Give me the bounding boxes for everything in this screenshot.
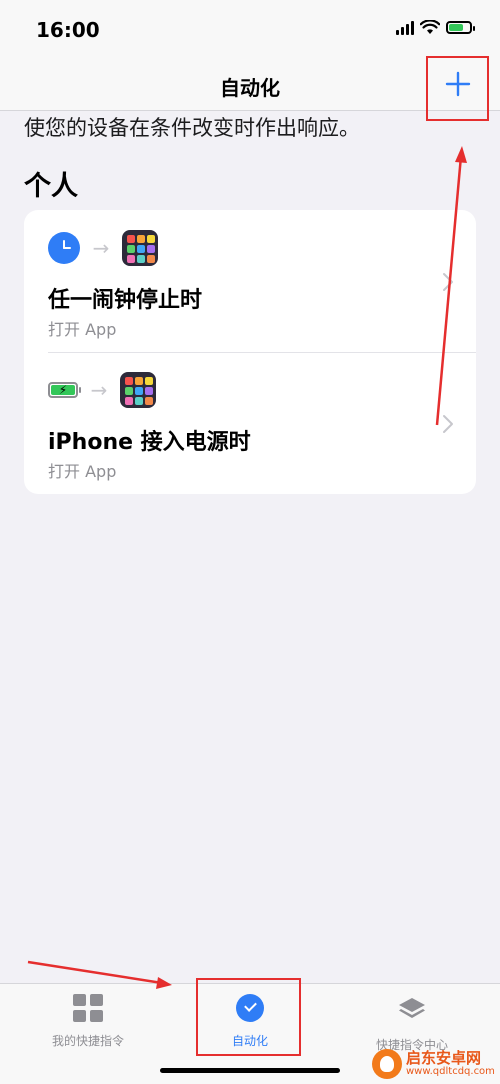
arrow-right-icon: → (92, 236, 110, 260)
watermark-name: 启东安卓网 (406, 1048, 482, 1067)
watermark-url: www.qdltcdq.com (406, 1065, 495, 1077)
watermark-logo-icon (372, 1049, 402, 1079)
highlight-box-add (426, 56, 489, 121)
tab-label: 我的快捷指令 (51, 1034, 124, 1048)
automation-flow: → (48, 230, 158, 266)
app-grid-icon (120, 372, 156, 408)
automation-row-alarm[interactable]: → 任一闹钟停止时 打开 App (24, 210, 476, 352)
watermark: 启东安卓网 www.qdltcdq.com (372, 1048, 496, 1080)
page-description: 使您的设备在条件改变时作出响应。 (24, 116, 360, 140)
tab-gallery[interactable]: 快捷指令中心 (342, 994, 482, 1054)
automation-subtitle: 打开 App (48, 320, 117, 339)
annotation-arrowhead-up (455, 146, 467, 163)
tab-my-shortcuts[interactable]: 我的快捷指令 (18, 994, 158, 1054)
annotation-arrows (27, 146, 467, 989)
app-grid-icon (122, 230, 158, 266)
chevron-right-icon (443, 415, 453, 433)
status-bar: 16:00 (0, 0, 500, 58)
home-indicator[interactable] (160, 1068, 340, 1073)
arrow-right-icon: → (90, 378, 108, 402)
automation-flow: ⚡ → (48, 372, 156, 408)
automation-list: → 任一闹钟停止时 打开 App ⚡ → iPhone 接入电源时 打开 App (24, 210, 476, 494)
layers-icon (399, 998, 425, 1018)
status-icons (396, 20, 475, 35)
alarm-clock-icon (48, 232, 80, 264)
automation-title: iPhone 接入电源时 (48, 430, 251, 455)
cellular-signal-icon (396, 20, 414, 35)
page-title: 自动化 (220, 76, 280, 100)
wifi-icon (420, 20, 440, 34)
section-title-personal: 个人 (24, 171, 78, 202)
annotation-arrow-right (27, 960, 163, 985)
automation-subtitle: 打开 App (48, 462, 117, 481)
battery-charging-status-icon (446, 21, 475, 34)
automation-title: 任一闹钟停止时 (48, 288, 203, 313)
highlight-box-automation-tab (196, 978, 301, 1056)
grid-icon (72, 994, 104, 1024)
chevron-right-icon (443, 273, 453, 291)
battery-charging-icon: ⚡ (48, 382, 81, 398)
nav-bar: 自动化 (0, 58, 500, 111)
automation-row-power[interactable]: ⚡ → iPhone 接入电源时 打开 App (24, 352, 476, 494)
status-time: 16:00 (36, 18, 100, 42)
